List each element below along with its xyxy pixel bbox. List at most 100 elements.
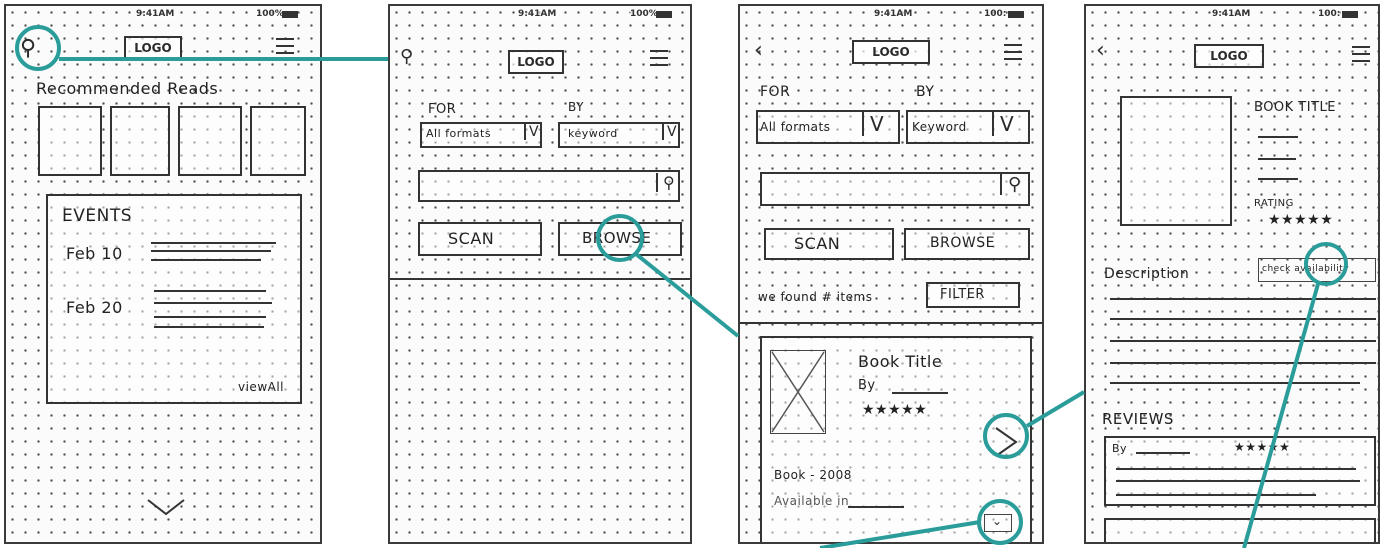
- menu-icon[interactable]: [1004, 44, 1022, 65]
- status-time: 9:41AM: [136, 9, 175, 19]
- search-type-value: Keyword: [912, 120, 967, 134]
- review-stars: ★★★★★: [1234, 440, 1291, 454]
- event-line: [154, 316, 266, 318]
- availability-line: [848, 506, 904, 508]
- logo: LOGO: [124, 36, 182, 60]
- event-date-1[interactable]: Feb 10: [66, 244, 123, 263]
- search-icon[interactable]: ⚲: [1000, 174, 1021, 195]
- menu-icon[interactable]: [1352, 46, 1370, 67]
- event-line: [154, 290, 266, 292]
- view-all-link[interactable]: viewAll: [238, 380, 284, 394]
- recommended-item-3[interactable]: [178, 106, 242, 176]
- logo: LOGO: [508, 50, 564, 74]
- format-select-value: All formats: [426, 127, 492, 140]
- battery-icon: [282, 11, 298, 18]
- check-availability-label: check availability: [1262, 264, 1350, 274]
- search-input[interactable]: [418, 170, 680, 202]
- search-icon[interactable]: ⚲: [20, 36, 36, 61]
- results-count: we found # items: [758, 290, 873, 304]
- rating-stars: ★★★★★: [862, 402, 928, 418]
- review-author-line: [1136, 452, 1190, 454]
- by-label: BY: [568, 100, 584, 114]
- screen-results: 9:41AM 100: ‹ LOGO FOR BY All formats V …: [738, 4, 1044, 544]
- status-battery: 100%: [256, 9, 284, 19]
- event-line: [154, 326, 264, 328]
- back-icon[interactable]: ‹: [754, 38, 763, 63]
- book-cover-placeholder: [1120, 96, 1232, 226]
- event-line: [151, 259, 261, 261]
- divider: [740, 322, 1042, 324]
- description-line: [1110, 298, 1376, 300]
- recommended-item-4[interactable]: [250, 106, 306, 176]
- browse-button-label: BROWSE: [930, 235, 995, 251]
- divider: [390, 278, 690, 280]
- filter-button-label: FILTER: [940, 287, 985, 302]
- recommended-item-2[interactable]: [110, 106, 170, 176]
- recommended-item-1[interactable]: [38, 106, 102, 176]
- screen-search: 9:41AM 100% ⚲ LOGO FOR BY All formats V …: [388, 4, 692, 544]
- rating-label: RATING: [1254, 198, 1294, 209]
- format-select-value: All formats: [760, 120, 831, 134]
- book-title[interactable]: Book Title: [858, 352, 942, 371]
- chevron-down-icon[interactable]: V: [992, 112, 1014, 136]
- chevron-down-icon[interactable]: V: [862, 112, 884, 136]
- description-line: [1110, 340, 1376, 342]
- status-battery: 100:: [984, 9, 1007, 19]
- search-icon[interactable]: ⚲: [656, 173, 675, 192]
- event-line: [151, 242, 276, 244]
- book-title: BOOK TITLE: [1254, 100, 1336, 115]
- review-line: [1116, 480, 1360, 482]
- description-label: Description: [1104, 266, 1190, 282]
- menu-icon[interactable]: [276, 38, 294, 59]
- description-line: [1110, 362, 1376, 364]
- event-date-2[interactable]: Feb 20: [66, 298, 123, 317]
- rating-stars: ★★★★★: [1268, 212, 1334, 228]
- availability-label: Available in: [774, 494, 850, 508]
- chevron-down-icon: ⌄: [992, 514, 1003, 528]
- status-battery: 100%: [630, 9, 658, 19]
- screen-home: 9:41AM 100% ⚲ LOGO Recommended Reads EVE…: [4, 4, 322, 544]
- browse-button-label: BROWSE: [582, 229, 652, 247]
- chevron-down-icon[interactable]: V: [662, 124, 677, 140]
- info-line: [1258, 158, 1296, 160]
- review-line: [1116, 468, 1356, 470]
- image-placeholder-icon: [771, 351, 825, 433]
- screen-book-detail: 9:41AM 100: ‹ LOGO BOOK TITLE RATING ★★★…: [1084, 4, 1380, 544]
- author-line: [892, 392, 948, 394]
- chevron-down-icon[interactable]: V: [524, 124, 539, 140]
- for-label: FOR: [760, 84, 791, 100]
- status-time: 9:41AM: [1212, 9, 1251, 19]
- for-label: FOR: [428, 102, 457, 117]
- battery-icon: [1008, 11, 1024, 18]
- logo: LOGO: [1194, 44, 1264, 68]
- battery-icon: [1342, 11, 1358, 18]
- book-year: Book - 2008: [774, 468, 852, 482]
- by-label: BY: [916, 84, 935, 100]
- review-author-label: By: [1112, 442, 1128, 455]
- events-title: EVENTS: [62, 206, 133, 226]
- info-line: [1258, 136, 1298, 138]
- back-icon[interactable]: ‹: [1096, 38, 1105, 63]
- search-icon[interactable]: ⚲: [400, 46, 413, 67]
- review-line: [1116, 494, 1316, 496]
- description-line: [1110, 382, 1360, 384]
- review-card[interactable]: [1104, 518, 1376, 542]
- description-line: [1110, 318, 1376, 320]
- menu-icon[interactable]: [650, 50, 668, 71]
- book-author-label: By: [858, 378, 876, 393]
- search-type-value: keyword: [568, 127, 618, 140]
- chevron-down-icon[interactable]: [146, 496, 186, 518]
- status-time: 9:41AM: [874, 9, 913, 19]
- status-battery: 100:: [1318, 9, 1341, 19]
- chevron-right-icon[interactable]: [992, 424, 1020, 460]
- scan-button-label: SCAN: [448, 229, 495, 248]
- logo: LOGO: [852, 40, 930, 64]
- reviews-title: REVIEWS: [1102, 410, 1174, 428]
- event-line: [151, 250, 271, 252]
- battery-icon: [656, 11, 672, 18]
- info-line: [1258, 178, 1298, 180]
- scan-button-label: SCAN: [794, 234, 841, 253]
- search-input[interactable]: [760, 172, 1030, 206]
- status-time: 9:41AM: [518, 9, 557, 19]
- event-line: [154, 302, 272, 304]
